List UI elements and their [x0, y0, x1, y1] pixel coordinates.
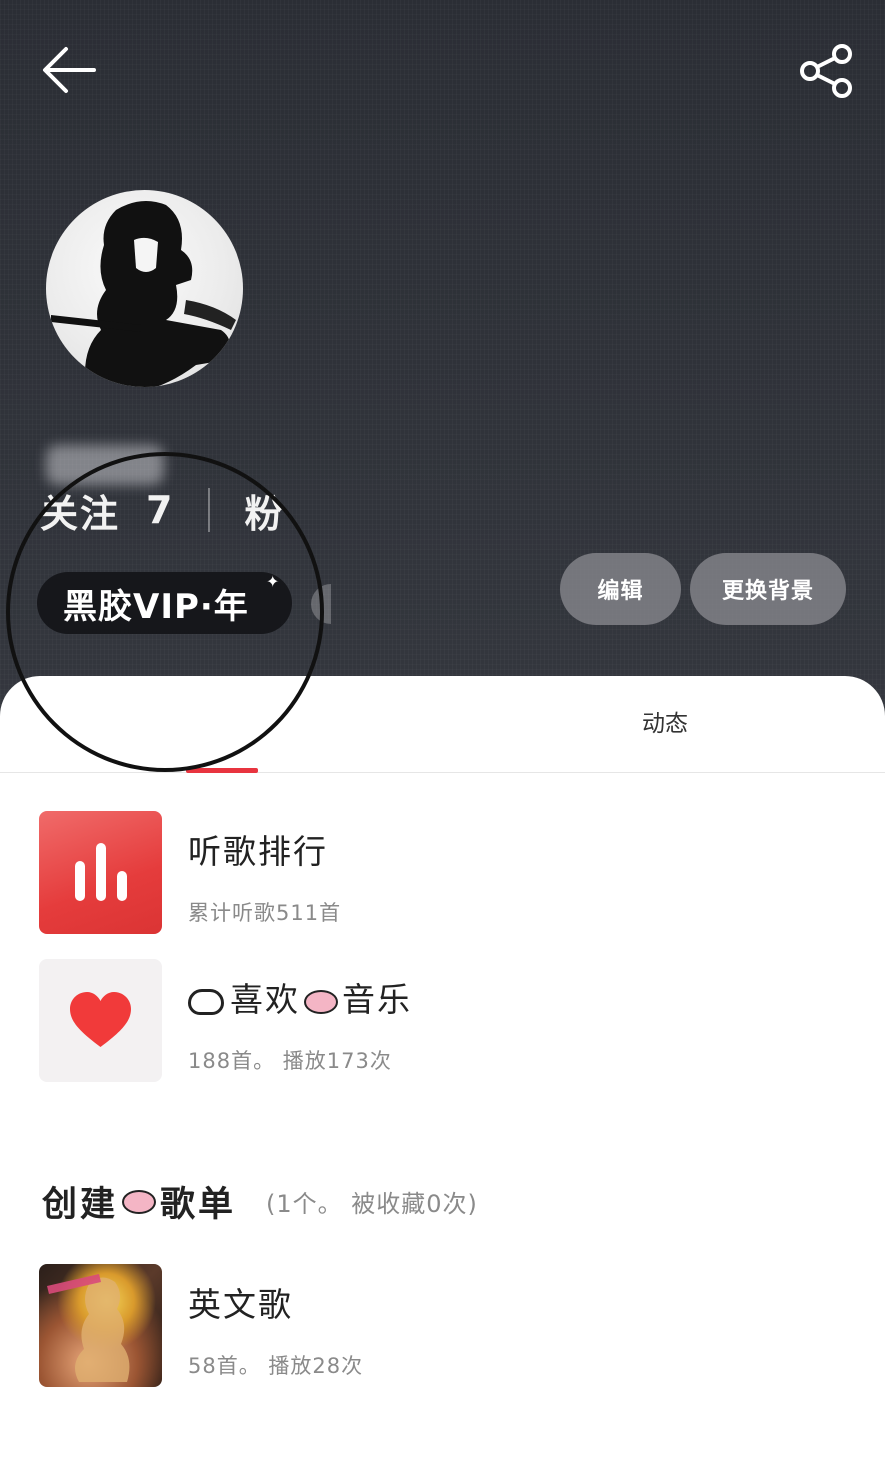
tab-bar: 动态 — [0, 676, 885, 773]
follow-stats[interactable]: 关注 7 粉 — [40, 482, 284, 538]
liked-cover — [39, 959, 162, 1082]
playlist-subtitle: 58首。 播放28次 — [188, 1354, 364, 1378]
share-icon — [800, 44, 852, 98]
created-playlists-header: 创建 歌单 (1个。 被收藏0次) — [42, 1176, 478, 1227]
avatar-image — [51, 201, 236, 387]
item-subtitle: 188首。 播放173次 — [188, 1049, 392, 1073]
item-title: 喜欢 音乐 — [188, 973, 412, 1021]
change-background-button[interactable]: 更换背景 — [690, 553, 846, 625]
fans-label-partial[interactable]: 粉 — [244, 483, 284, 538]
list-item-rank[interactable]: 听歌排行 累计听歌511首 — [0, 811, 885, 936]
vip-badge[interactable]: 黑胶VIP·年 — [37, 572, 292, 634]
item-title: 听歌排行 — [188, 832, 328, 871]
pink-heart-icon — [122, 1189, 157, 1214]
item-subtitle: 累计听歌511首 — [188, 901, 342, 925]
profile-header: 关注 7 粉 黑胶VIP·年 ✦ 编辑 更换背景 — [0, 0, 885, 720]
back-button[interactable] — [40, 44, 98, 96]
tab-dongtai[interactable]: 动态 — [610, 704, 720, 738]
pink-heart-icon — [304, 989, 338, 1014]
playlist-item[interactable]: 英文歌 58首。 播放28次 — [0, 1264, 885, 1389]
rank-cover — [39, 811, 162, 934]
heart-icon — [70, 992, 131, 1047]
section-title-right: 歌单 — [160, 1185, 237, 1225]
face-icon — [188, 988, 224, 1015]
content-panel: 动态 听歌排行 累计听歌511首 喜欢 音乐 188首。 播放173次 创建 歌单… — [0, 676, 885, 1466]
sparkle-icon: ✦ — [266, 572, 280, 591]
username-blurred — [46, 445, 164, 485]
section-title-left: 创建 — [42, 1185, 119, 1225]
share-button[interactable] — [798, 42, 856, 100]
follow-label[interactable]: 关注 — [40, 483, 120, 538]
cover-art-image — [47, 1274, 130, 1382]
playlist-title: 英文歌 — [188, 1285, 293, 1324]
arrow-left-icon — [43, 47, 96, 93]
avatar[interactable] — [46, 190, 243, 387]
item-title-main: 喜欢 — [230, 980, 300, 1019]
section-subtitle: (1个。 被收藏0次) — [266, 1190, 478, 1218]
follow-count[interactable]: 7 — [146, 488, 174, 532]
playlist-cover — [39, 1264, 162, 1387]
level-badge-partial[interactable] — [311, 584, 331, 624]
item-title-tail: 音乐 — [342, 980, 412, 1019]
edit-button[interactable]: 编辑 — [560, 553, 681, 625]
stats-divider — [208, 488, 211, 532]
list-item-liked-music[interactable]: 喜欢 音乐 188首。 播放173次 — [0, 959, 885, 1084]
bar-chart-icon — [75, 843, 127, 901]
tab-active-indicator — [186, 768, 258, 773]
